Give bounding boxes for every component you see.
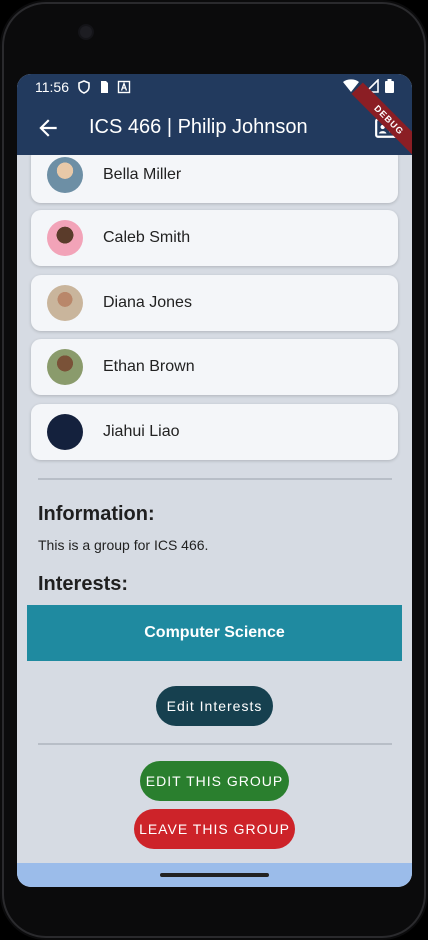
member-name: Bella Miller <box>103 166 182 183</box>
avatar <box>47 349 83 385</box>
status-time: 11:56 <box>35 79 69 95</box>
leave-group-button[interactable]: LEAVE THIS GROUP <box>134 809 295 849</box>
navigation-bar <box>17 863 412 887</box>
arrow-left-icon[interactable] <box>35 115 61 141</box>
information-text: This is a group for ICS 466. <box>38 537 209 553</box>
member-card-diana-jones[interactable]: Diana Jones <box>31 275 398 331</box>
member-name: Jiahui Liao <box>103 423 180 440</box>
member-card-ethan-brown[interactable]: Ethan Brown <box>31 339 398 395</box>
a-icon <box>117 80 131 94</box>
status-bar: 11:56 <box>17 74 412 100</box>
app-bar: ICS 466 | Philip Johnson DEBUG <box>17 82 412 158</box>
avatar <box>47 285 83 321</box>
phone-frame: 11:56 ICS 466 | Philip Johnson DEBUG Bel… <box>0 0 428 940</box>
divider <box>38 743 392 745</box>
battery-icon <box>385 79 394 93</box>
interests-heading: Interests: <box>38 573 129 595</box>
home-indicator[interactable] <box>160 873 269 877</box>
member-name: Caleb Smith <box>103 229 191 246</box>
page-title: ICS 466 | Philip Johnson <box>89 116 308 138</box>
avatar <box>47 157 83 193</box>
member-card-jiahui-liao[interactable]: Jiahui Liao <box>31 404 398 460</box>
interest-tile: Computer Science <box>27 605 402 661</box>
member-name: Ethan Brown <box>103 358 195 375</box>
member-card-caleb-smith[interactable]: Caleb Smith <box>31 210 398 266</box>
member-card-bella-miller[interactable]: Bella Miller <box>31 155 398 203</box>
information-heading: Information: <box>38 503 155 525</box>
shield-icon <box>78 80 90 94</box>
avatar <box>47 414 83 450</box>
divider <box>38 478 392 480</box>
sim-icon <box>101 81 108 93</box>
front-camera <box>80 26 92 38</box>
edit-group-button[interactable]: EDIT THIS GROUP <box>140 761 289 801</box>
screen: 11:56 ICS 466 | Philip Johnson DEBUG Bel… <box>17 74 412 887</box>
edit-interests-button[interactable]: Edit Interests <box>156 686 273 726</box>
member-name: Diana Jones <box>103 294 192 311</box>
avatar <box>47 220 83 256</box>
group-content: Bella Miller Caleb Smith Diana Jones Eth… <box>17 155 412 863</box>
